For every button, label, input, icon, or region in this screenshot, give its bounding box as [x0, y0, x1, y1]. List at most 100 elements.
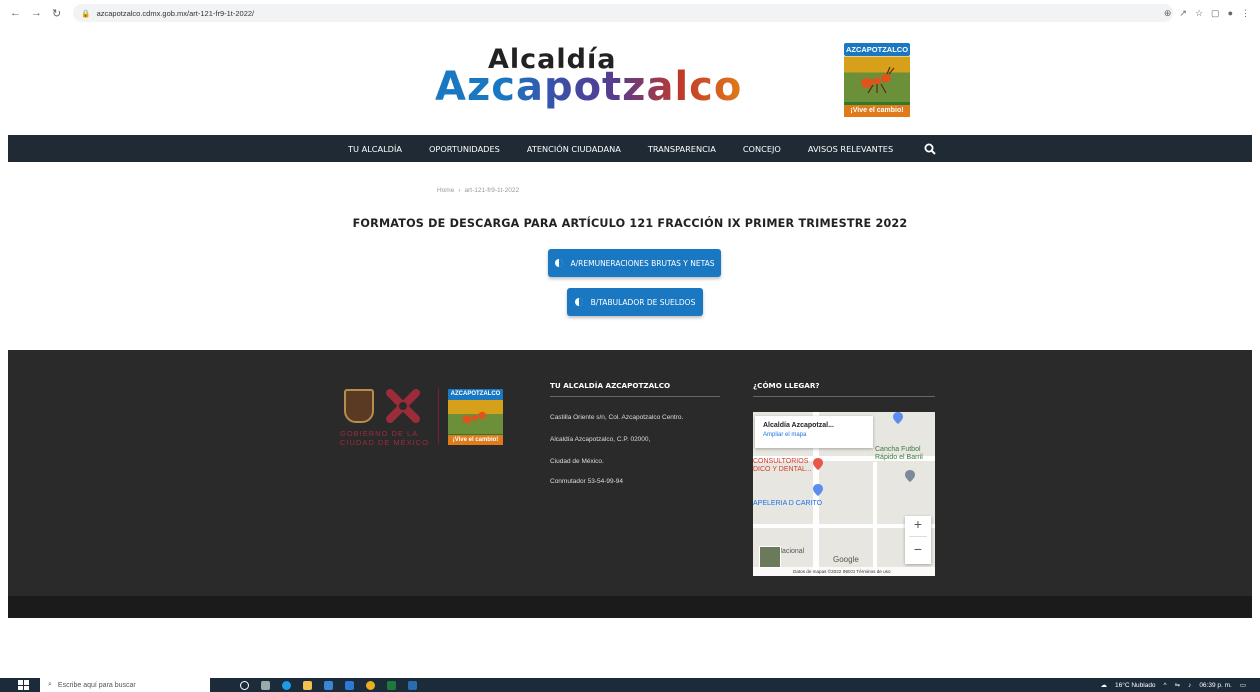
map-street-view-thumbnail[interactable]	[759, 546, 781, 568]
store-icon[interactable]	[324, 680, 333, 690]
badge-bottom-text: ¡Vive el cambio!	[448, 435, 503, 445]
nav-item-avisos-relevantes[interactable]: AVISOS RELEVANTES	[808, 144, 893, 154]
azcapotzalco-badge-logo[interactable]: AZCAPOTZALCO ¡Vive el cambio!	[844, 43, 910, 117]
button-label: A/REMUNERACIONES BRUTAS Y NETAS	[570, 258, 715, 268]
azcapotzalco-footer-badge[interactable]: AZCAPOTZALCO ¡Vive el cambio!	[448, 389, 503, 445]
chrome-icon[interactable]	[366, 680, 375, 690]
gov-text: GOBIERNO DE LA CIUDAD DE MÉXICO	[340, 429, 432, 447]
url-text: azcapotzalco.cdmx.gob.mx/art-121-fr9-1t-…	[96, 8, 255, 18]
map-place-name: Alcaldía Azcapotzal...	[763, 422, 834, 429]
map-label: Rápido el Barril	[875, 454, 923, 461]
map-pin-icon	[813, 458, 823, 470]
zoom-in-icon[interactable]: +	[905, 516, 931, 532]
lock-icon: 🔒	[81, 8, 91, 18]
weather-text[interactable]: 16°C Nublado	[1115, 682, 1156, 689]
footer-col-title: ¿CÓMO LLEGAR?	[753, 381, 820, 390]
footer-col-rule	[550, 396, 720, 397]
windows-start-icon[interactable]	[18, 680, 30, 690]
task-view-icon[interactable]	[261, 680, 270, 690]
footer-bottom-bar	[8, 596, 1252, 618]
zoom-icon[interactable]: ⊕	[1164, 8, 1172, 19]
address-line-2: Alcaldía Azcapotzalco, C.P. 02000,	[550, 436, 651, 443]
back-arrow-icon[interactable]: ←	[10, 7, 21, 20]
search-icon: ⌕	[48, 681, 52, 688]
embedded-map[interactable]: Alcaldía Azcapotzal... Ampliar el mapa C…	[753, 412, 935, 576]
gobierno-cdmx-logo[interactable]: GOBIERNO DE LA CIUDAD DE MÉXICO	[340, 389, 430, 459]
network-icon[interactable]: ⇋	[1175, 681, 1180, 689]
map-road	[873, 462, 877, 576]
address-line-3: Ciudad de México.	[550, 458, 604, 465]
forward-arrow-icon[interactable]: →	[31, 7, 42, 20]
breadcrumb-home[interactable]: Home	[437, 187, 454, 194]
badge-top-text: AZCAPOTZALCO	[448, 389, 503, 400]
map-attribution[interactable]: Datos de mapas ©2022 INEGI Términos de u…	[753, 567, 935, 576]
clock-text[interactable]: 06:39 p. m.	[1199, 682, 1232, 689]
nav-item-oportunidades[interactable]: OPORTUNIDADES	[429, 144, 500, 154]
bookmark-star-icon[interactable]: ☆	[1195, 8, 1203, 19]
download-tabulador-button[interactable]: B/TABULADOR DE SUELDOS	[567, 288, 703, 316]
reload-icon[interactable]: ↻	[52, 7, 61, 20]
ant-icon	[861, 66, 895, 94]
map-zoom-control: + −	[905, 516, 931, 564]
zoom-out-icon[interactable]: −	[905, 541, 931, 557]
contrast-icon	[554, 259, 563, 267]
coat-of-arms-icon	[344, 389, 374, 423]
profile-icon[interactable]: ●	[1228, 8, 1233, 19]
main-navigation: TU ALCALDÍA OPORTUNIDADES ATENCIÓN CIUDA…	[8, 135, 1252, 162]
tray-chevron-icon[interactable]: ^	[1164, 682, 1167, 689]
badge-bottom-text: ¡Vive el cambio!	[844, 105, 910, 117]
word-icon[interactable]	[408, 680, 417, 690]
cdmx-cross-icon	[386, 389, 420, 423]
menu-icon[interactable]: ⋮	[1241, 8, 1250, 19]
notifications-icon[interactable]: ▭	[1240, 681, 1246, 689]
system-tray: ☁ 16°C Nublado ^ ⇋ ♪ 06:39 p. m. ▭	[1101, 678, 1247, 692]
nav-item-concejo[interactable]: CONCEJO	[743, 144, 781, 154]
map-pin-icon	[905, 470, 915, 482]
share-icon[interactable]: ↗	[1179, 8, 1187, 19]
footer-col-title: TU ALCALDÍA AZCAPOTZALCO	[550, 381, 671, 390]
badge-top-text: AZCAPOTZALCO	[844, 43, 910, 56]
map-enlarge-link[interactable]: Ampliar el mapa	[763, 432, 865, 438]
cloud-icon: ☁	[1100, 682, 1108, 689]
address-bar[interactable]: 🔒 azcapotzalco.cdmx.gob.mx/art-121-fr9-1…	[73, 4, 1174, 22]
map-label: Nacional	[777, 548, 805, 555]
gov-text-line2: CIUDAD DE MÉXICO	[340, 438, 429, 447]
breadcrumb: Home › art-121-fr9-1t-2022	[437, 187, 519, 194]
map-label: CONSULTORIOS	[753, 458, 809, 465]
map-label: Cancha Futbol	[875, 446, 921, 453]
cortana-icon[interactable]	[240, 680, 249, 690]
tab-icon[interactable]: ▢	[1211, 8, 1220, 19]
volume-icon[interactable]: ♪	[1188, 682, 1191, 689]
footer: GOBIERNO DE LA CIUDAD DE MÉXICO AZCAPOTZ…	[8, 350, 1252, 596]
breadcrumb-separator: ›	[458, 187, 461, 194]
contrast-icon	[574, 298, 583, 306]
nav-item-transparencia[interactable]: TRANSPARENCIA	[648, 144, 716, 154]
address-line-1: Castilla Oriente s/n, Col. Azcapotzalco …	[550, 414, 684, 421]
zoom-divider	[909, 536, 927, 537]
browser-toolbar: ← → ↻ 🔒 azcapotzalco.cdmx.gob.mx/art-121…	[0, 0, 1260, 26]
map-label: APELERIA D CARITO	[753, 500, 823, 507]
windows-taskbar: ⌕ Escribe aquí para buscar ☁ 16°C Nublad…	[0, 678, 1260, 692]
breadcrumb-current: art-121-fr9-1t-2022	[464, 187, 520, 194]
taskbar-apps	[240, 680, 417, 690]
button-label: B/TABULADOR DE SUELDOS	[590, 297, 696, 307]
taskbar-search[interactable]: ⌕ Escribe aquí para buscar	[40, 678, 210, 692]
excel-icon[interactable]	[387, 680, 396, 690]
mail-icon[interactable]	[345, 680, 354, 690]
ant-icon	[462, 411, 487, 424]
map-pin-icon	[893, 412, 903, 424]
download-remuneraciones-button[interactable]: A/REMUNERACIONES BRUTAS Y NETAS	[548, 249, 721, 277]
google-logo: Google	[833, 555, 859, 564]
file-explorer-icon[interactable]	[303, 680, 312, 690]
footer-col-rule	[753, 396, 935, 397]
map-label: DICO Y DENTAL...	[753, 466, 812, 473]
edge-icon[interactable]	[282, 680, 291, 690]
logo-title-line2[interactable]: Azcapotzalco	[435, 64, 742, 110]
nav-item-tu-alcaldia[interactable]: TU ALCALDÍA	[348, 144, 402, 154]
site-header: Alcaldía Azcapotzalco AZCAPOTZALCO ¡Vive…	[0, 26, 1260, 135]
map-place-card: Alcaldía Azcapotzal... Ampliar el mapa	[755, 416, 873, 448]
nav-item-atencion-ciudadana[interactable]: ATENCIÓN CIUDADANA	[527, 144, 621, 154]
gov-text-line1: GOBIERNO DE LA	[340, 429, 419, 438]
map-pin-icon	[813, 484, 823, 496]
search-icon[interactable]	[924, 143, 936, 155]
